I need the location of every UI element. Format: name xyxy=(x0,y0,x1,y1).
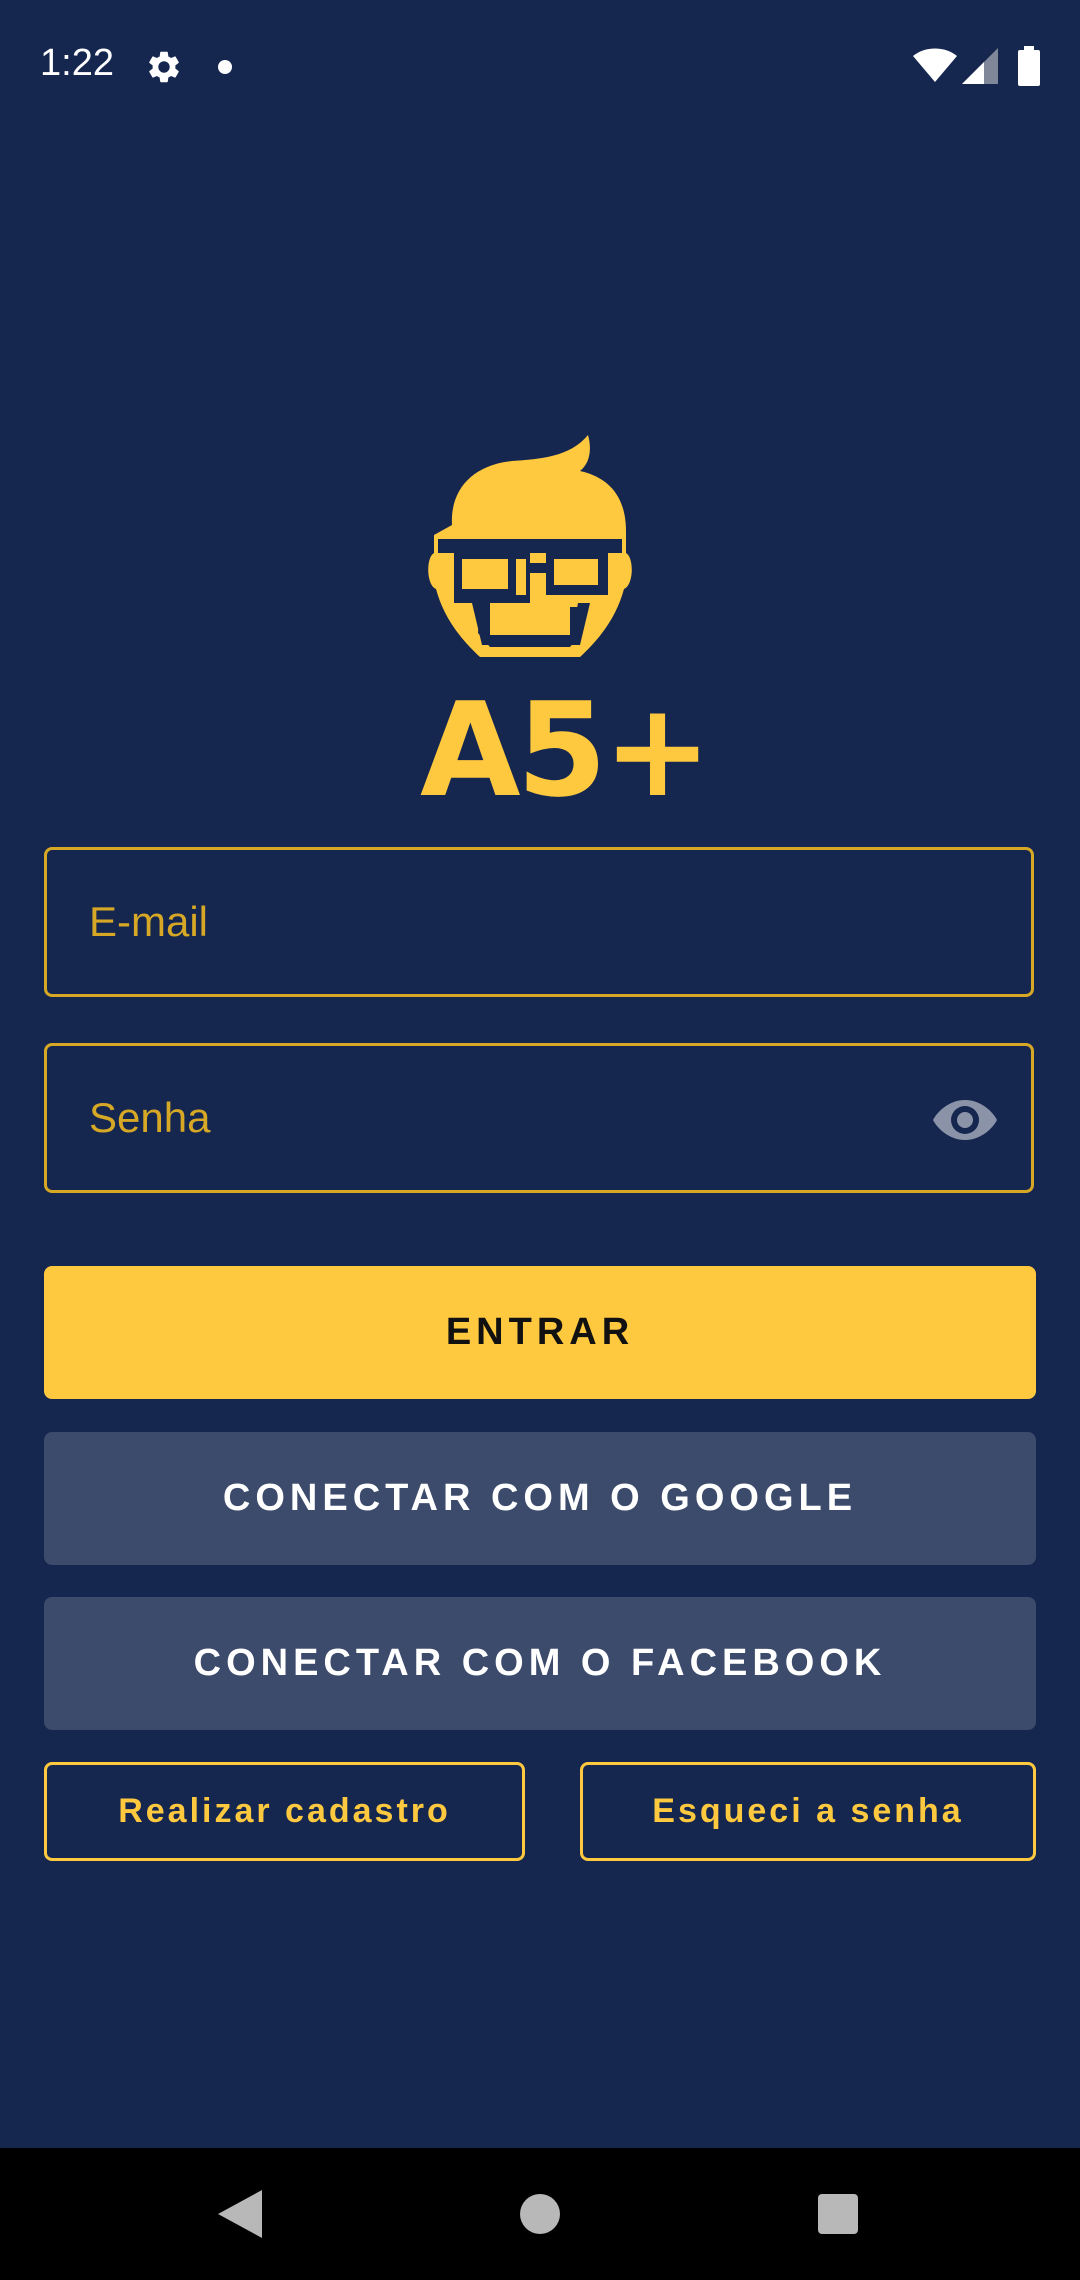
google-connect-button[interactable]: CONECTAR COM O GOOGLE xyxy=(44,1432,1036,1565)
password-field-container xyxy=(44,1043,1034,1193)
email-field[interactable] xyxy=(47,850,1031,994)
email-field-container xyxy=(44,847,1034,997)
facebook-connect-button[interactable]: CONECTAR COM O FACEBOOK xyxy=(44,1597,1036,1730)
system-nav-bar xyxy=(0,2148,1080,2280)
register-button[interactable]: Realizar cadastro xyxy=(44,1762,525,1861)
notification-dot-icon xyxy=(218,60,232,74)
status-bar: 1:22 xyxy=(0,0,1080,135)
logo-text: A5+ xyxy=(420,674,712,826)
login-button[interactable]: ENTRAR xyxy=(44,1266,1036,1399)
forgot-password-button[interactable]: Esqueci a senha xyxy=(580,1762,1036,1861)
wifi-icon xyxy=(913,48,957,82)
recents-icon[interactable] xyxy=(818,2194,858,2234)
eye-icon[interactable] xyxy=(933,1094,997,1146)
status-time: 1:22 xyxy=(40,42,114,84)
battery-icon xyxy=(1018,46,1040,86)
back-icon[interactable] xyxy=(218,2190,262,2238)
gear-icon xyxy=(149,51,179,83)
cell-signal-icon xyxy=(962,48,998,84)
password-field[interactable] xyxy=(47,1046,1031,1190)
nerd-glasses-face-icon xyxy=(428,435,632,657)
home-icon[interactable] xyxy=(520,2194,560,2234)
app-logo: A5+ xyxy=(420,435,712,815)
